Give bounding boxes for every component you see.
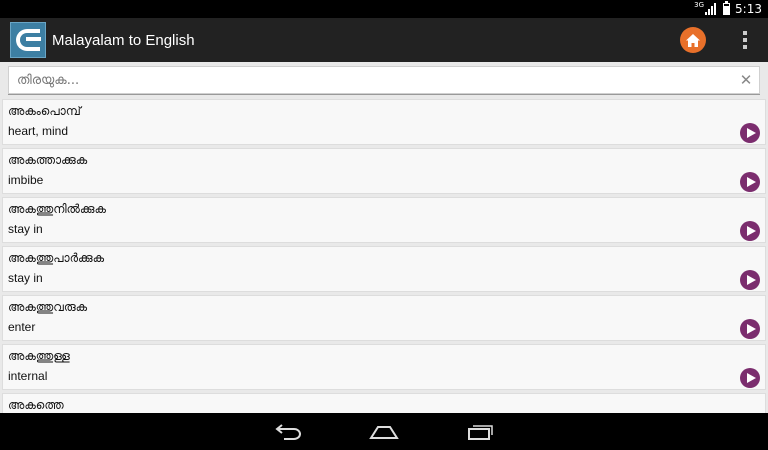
signal-icon [705, 3, 718, 15]
malayalam-word: അകംപൊമ്പ് [8, 104, 81, 118]
overflow-menu-button[interactable] [742, 31, 748, 49]
recent-apps-button[interactable] [465, 421, 495, 443]
english-meaning: imbibe [8, 173, 44, 187]
play-audio-button[interactable] [740, 319, 760, 339]
home-button[interactable] [680, 27, 706, 53]
list-item[interactable]: അകത്തുനിൽക്കുക stay in [2, 197, 766, 243]
list-item[interactable]: അകത്തുവരുക enter [2, 295, 766, 341]
search-underline [8, 94, 760, 95]
english-meaning: enter [8, 320, 36, 334]
battery-icon [723, 1, 731, 15]
play-icon [746, 324, 756, 334]
play-icon [746, 373, 756, 383]
clear-search-icon[interactable]: ✕ [733, 71, 759, 89]
english-meaning: stay in [8, 271, 43, 285]
list-item[interactable]: അകത്തെ [2, 393, 766, 413]
play-icon [746, 275, 756, 285]
back-button[interactable] [273, 421, 303, 443]
app-screen: 3G 5:13 Malayalam to English ✕ അകംപൊമ്പ്… [0, 0, 768, 450]
malayalam-word: അകത്തുപാർക്കുക [8, 251, 105, 265]
list-item[interactable]: അകത്താക്കുക imbibe [2, 148, 766, 194]
action-bar: Malayalam to English [0, 18, 768, 62]
play-audio-button[interactable] [740, 172, 760, 192]
list-item[interactable]: അകത്തുള്ള internal [2, 344, 766, 390]
play-icon [746, 128, 756, 138]
app-logo-icon [10, 22, 46, 58]
malayalam-word: അകത്തുനിൽക്കുക [8, 202, 106, 216]
play-audio-button[interactable] [740, 221, 760, 241]
play-icon [746, 226, 756, 236]
search-input[interactable] [9, 72, 733, 88]
play-audio-button[interactable] [740, 368, 760, 388]
status-bar: 3G 5:13 [0, 0, 768, 18]
word-list: അകംപൊമ്പ് heart, mind അകത്താക്കുക imbibe… [0, 99, 768, 413]
home-icon [686, 33, 700, 47]
english-meaning: stay in [8, 222, 43, 236]
play-audio-button[interactable] [740, 123, 760, 143]
malayalam-word: അകത്തുള്ള [8, 349, 70, 363]
english-meaning: internal [8, 369, 48, 383]
recent-apps-icon [468, 425, 493, 440]
search-box: ✕ [8, 66, 760, 94]
home-nav-icon [369, 426, 399, 439]
list-item[interactable]: അകംപൊമ്പ് heart, mind [2, 99, 766, 145]
list-item[interactable]: അകത്തുപാർക്കുക stay in [2, 246, 766, 292]
home-nav-button[interactable] [369, 421, 399, 443]
malayalam-word: അകത്തുവരുക [8, 300, 88, 314]
network-type: 3G [694, 1, 705, 9]
malayalam-word: അകത്താക്കുക [8, 153, 88, 167]
navigation-bar [0, 413, 768, 450]
content-area: ✕ അകംപൊമ്പ് heart, mind അകത്താക്കുക imbi… [0, 62, 768, 413]
app-title: Malayalam to English [52, 31, 195, 49]
english-meaning: heart, mind [8, 124, 69, 138]
clock: 5:13 [735, 2, 762, 16]
play-icon [746, 177, 756, 187]
play-audio-button[interactable] [740, 270, 760, 290]
malayalam-word: അകത്തെ [8, 398, 64, 412]
back-icon [275, 424, 301, 440]
